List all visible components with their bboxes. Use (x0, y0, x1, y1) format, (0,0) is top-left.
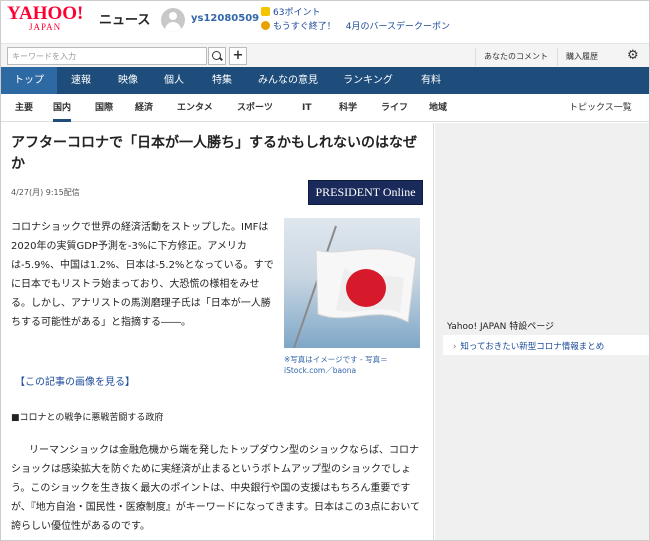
search-input[interactable]: キーワードを入力 (7, 47, 207, 65)
photo-caption[interactable]: ※写真はイメージです - 写真＝iStock.com／baona (284, 354, 420, 376)
category-economy[interactable]: 経済 (135, 95, 153, 122)
article-photo[interactable] (284, 218, 420, 348)
publisher-logo[interactable]: PRESIDENT Online (308, 180, 423, 205)
points-icon (261, 7, 270, 16)
view-images-link[interactable]: 【この記事の画像を見る】 (15, 373, 135, 388)
article-date: 4/27(月) 9:15配信 (11, 188, 80, 197)
article-body: リーマンショックは金融危機から端を発したトップダウン型のショックならば、コロナシ… (11, 445, 421, 532)
category-life[interactable]: ライフ (381, 95, 408, 122)
publisher-name: PRESIDENT Online (315, 185, 416, 199)
main-nav: トップ 速報 映像 個人 特集 みんなの意見 ランキング 有料 (1, 67, 649, 94)
japan-flag-image (293, 225, 417, 348)
username-link[interactable]: ys12080509 (191, 13, 259, 24)
main-nav-breaking[interactable]: 速報 (57, 67, 105, 94)
covid-info-link[interactable]: 知っておきたい新型コロナ情報まとめ (453, 340, 604, 352)
plus-icon[interactable]: + (229, 47, 247, 65)
category-entertainment[interactable]: エンタメ (177, 95, 213, 122)
logo-text: YAHOO! (7, 3, 84, 24)
special-pages-title: Yahoo! JAPAN 特設ページ (447, 322, 555, 332)
category-sports[interactable]: スポーツ (237, 95, 273, 122)
coupon-icon (261, 21, 270, 30)
article: アフターコロナで「日本が一人勝ち」するかもしれないのはなぜか 4/27(月) 9… (1, 123, 434, 540)
section-label[interactable]: ニュース (99, 9, 150, 28)
main-nav-opinions[interactable]: みんなの意見 (247, 67, 329, 94)
points-text: 63ポイント (273, 8, 321, 18)
purchase-history-link[interactable]: 購入履歴 (557, 48, 606, 66)
promo-banner[interactable]: もうすぐ終了！ 4月のバースデークーポン (261, 19, 450, 32)
category-science[interactable]: 科学 (339, 95, 357, 122)
main-nav-video[interactable]: 映像 (105, 67, 151, 94)
category-domestic[interactable]: 国内 (53, 95, 72, 122)
category-it[interactable]: IT (302, 95, 312, 122)
search-icon[interactable] (208, 47, 226, 65)
yahoo-japan-logo[interactable]: YAHOO! JAPAN (7, 4, 97, 36)
main-nav-paid[interactable]: 有料 (407, 67, 455, 94)
page: YAHOO! JAPAN ニュース ys12080509 63ポイント もうすぐ… (0, 0, 650, 541)
main-nav-individual[interactable]: 個人 (151, 67, 197, 94)
topics-list-link[interactable]: トピックス一覧 (569, 95, 632, 122)
points-link[interactable]: 63ポイント (261, 5, 320, 18)
promo-text: もうすぐ終了！ (273, 22, 336, 32)
category-nav: 主要 国内 国際 経済 エンタメ スポーツ IT 科学 ライフ 地域 トピックス… (1, 95, 649, 122)
search-bar: キーワードを入力 + あなたのコメント 購入履歴 ⚙ (1, 43, 649, 67)
main-nav-ranking[interactable]: ランキング (329, 67, 407, 94)
article-subheading: ■コロナとの戦争に悪戦苦闘する政府 (11, 413, 164, 423)
top-header: YAHOO! JAPAN ニュース ys12080509 63ポイント もうすぐ… (1, 1, 649, 41)
logo-subtext: JAPAN (29, 22, 62, 32)
category-international[interactable]: 国際 (95, 95, 113, 122)
sidebar: Yahoo! JAPAN 特設ページ 知っておきたい新型コロナ情報まとめ (435, 123, 649, 540)
your-comments-link[interactable]: あなたのコメント (475, 48, 556, 66)
special-pages-panel: 知っておきたい新型コロナ情報まとめ (443, 335, 649, 355)
article-title: アフターコロナで「日本が一人勝ち」するかもしれないのはなぜか (11, 135, 417, 172)
category-local[interactable]: 地域 (429, 95, 447, 122)
main-nav-top[interactable]: トップ (1, 67, 57, 94)
avatar-icon[interactable] (161, 8, 185, 32)
article-lead: コロナショックで世界の経済活動をストップした。IMFは2020年の実質GDP予測… (11, 222, 274, 328)
gear-icon[interactable]: ⚙ (627, 49, 641, 63)
main-nav-features[interactable]: 特集 (197, 67, 247, 94)
category-main[interactable]: 主要 (15, 95, 33, 122)
coupon-link[interactable]: 4月のバースデークーポン (346, 22, 450, 32)
